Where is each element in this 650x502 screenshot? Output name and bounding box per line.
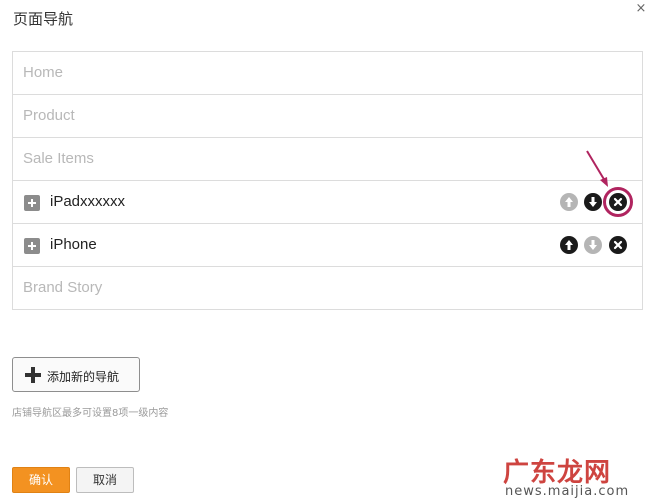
nav-item-label: Product — [23, 107, 75, 124]
plus-square-icon[interactable] — [24, 238, 40, 254]
nav-item-ipad[interactable]: iPadxxxxxx — [13, 181, 642, 224]
dialog-title: 页面导航 — [13, 10, 74, 28]
watermark-main: 广东龙网 — [503, 458, 612, 488]
plus-icon — [25, 367, 41, 383]
arrow-down-circle-icon[interactable] — [584, 193, 602, 211]
cancel-button[interactable]: 取消 — [76, 467, 134, 493]
add-nav-label: 添加新的导航 — [47, 370, 120, 384]
watermark: 广东龙网 news.maijia.com — [503, 452, 650, 502]
arrow-down-circle-icon[interactable] — [584, 236, 602, 254]
nav-item-label: Home — [23, 64, 64, 81]
arrow-up-circle-icon[interactable] — [560, 193, 578, 211]
arrow-up-circle-icon[interactable] — [560, 236, 578, 254]
nav-item-label: iPhone — [50, 236, 97, 253]
nav-item-label: Sale Items — [23, 150, 94, 167]
nav-limit-hint: 店铺导航区最多可设置8项一级内容 — [12, 408, 169, 419]
add-nav-button[interactable]: 添加新的导航 — [12, 357, 140, 392]
nav-item-brand-story[interactable]: Brand Story — [13, 267, 642, 310]
nav-item-sale-items[interactable]: Sale Items — [13, 138, 642, 181]
nav-list: Home Product Sale Items iPadxxxxxx iPhon… — [12, 51, 643, 310]
confirm-button[interactable]: 确认 — [12, 467, 70, 493]
watermark-sub: news.maijia.com — [505, 484, 630, 499]
nav-item-product[interactable]: Product — [13, 95, 642, 138]
nav-item-iphone[interactable]: iPhone — [13, 224, 642, 267]
nav-item-label: iPadxxxxxx — [50, 193, 126, 210]
plus-square-icon[interactable] — [24, 195, 40, 211]
x-circle-icon[interactable] — [609, 193, 627, 211]
nav-item-home[interactable]: Home — [13, 52, 642, 95]
x-circle-icon[interactable] — [609, 236, 627, 254]
nav-item-label: Brand Story — [23, 279, 103, 296]
close-icon[interactable]: × — [634, 2, 648, 16]
